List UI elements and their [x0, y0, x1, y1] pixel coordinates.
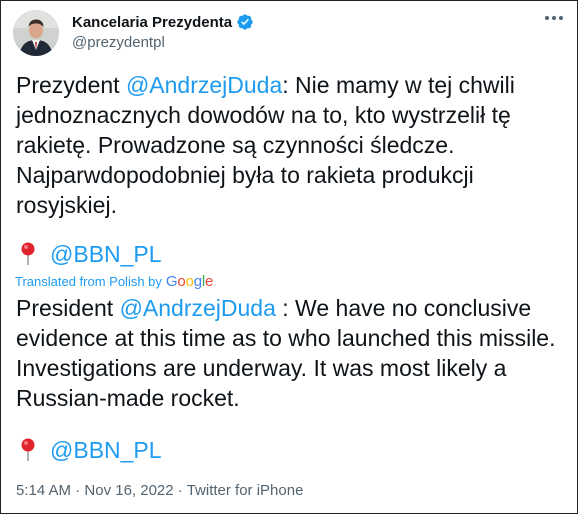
original-tag-link[interactable]: @BBN_PL: [50, 239, 162, 269]
tweet-card: Kancelaria Prezydenta @prezydentpl Prezy…: [0, 0, 578, 514]
account-names: Kancelaria Prezydenta @prezydentpl: [72, 13, 254, 51]
tweet-meta: 5:14 AM · Nov 16, 2022 · Twitter for iPh…: [16, 482, 303, 499]
translation-notice[interactable]: Translated from Polish by Google: [15, 273, 213, 290]
original-mention-link[interactable]: @AndrzejDuda: [126, 72, 282, 98]
round-pushpin-icon: [21, 438, 35, 461]
display-name-row: Kancelaria Prezydenta: [72, 13, 254, 31]
round-pushpin-icon: [21, 242, 35, 265]
tweet-header: Kancelaria Prezydenta @prezydentpl: [13, 10, 254, 56]
tweet-date[interactable]: Nov 16, 2022: [84, 482, 173, 499]
original-prefix: Prezydent: [16, 72, 126, 98]
translation-mention-link[interactable]: @AndrzejDuda: [120, 295, 276, 321]
translation-tag-link[interactable]: @BBN_PL: [50, 435, 162, 465]
meta-separator: ·: [177, 482, 183, 499]
more-dot: [545, 16, 549, 20]
google-logo: Google: [165, 273, 214, 290]
tweet-translated-text: President @AndrzejDuda : We have no conc…: [16, 293, 564, 413]
tweet-source[interactable]: Twitter for iPhone: [187, 482, 304, 499]
tweet-time[interactable]: 5:14 AM: [16, 482, 71, 499]
avatar-photo: [13, 10, 59, 56]
translation-notice-label: Translated from Polish by: [15, 274, 162, 289]
display-name[interactable]: Kancelaria Prezydenta: [72, 14, 232, 31]
translation-tag-line: @BBN_PL: [16, 435, 564, 465]
verified-badge-icon: [237, 14, 253, 30]
more-options-icon[interactable]: [543, 7, 565, 29]
tweet-original-text: Prezydent @AndrzejDuda: Nie mamy w tej c…: [16, 70, 564, 220]
translation-prefix: President: [16, 295, 120, 321]
avatar[interactable]: [13, 10, 59, 56]
original-tag-line: @BBN_PL: [16, 239, 564, 269]
meta-separator: ·: [75, 482, 81, 499]
more-dot: [559, 16, 563, 20]
more-dot: [552, 16, 556, 20]
account-handle[interactable]: @prezydentpl: [72, 34, 254, 51]
